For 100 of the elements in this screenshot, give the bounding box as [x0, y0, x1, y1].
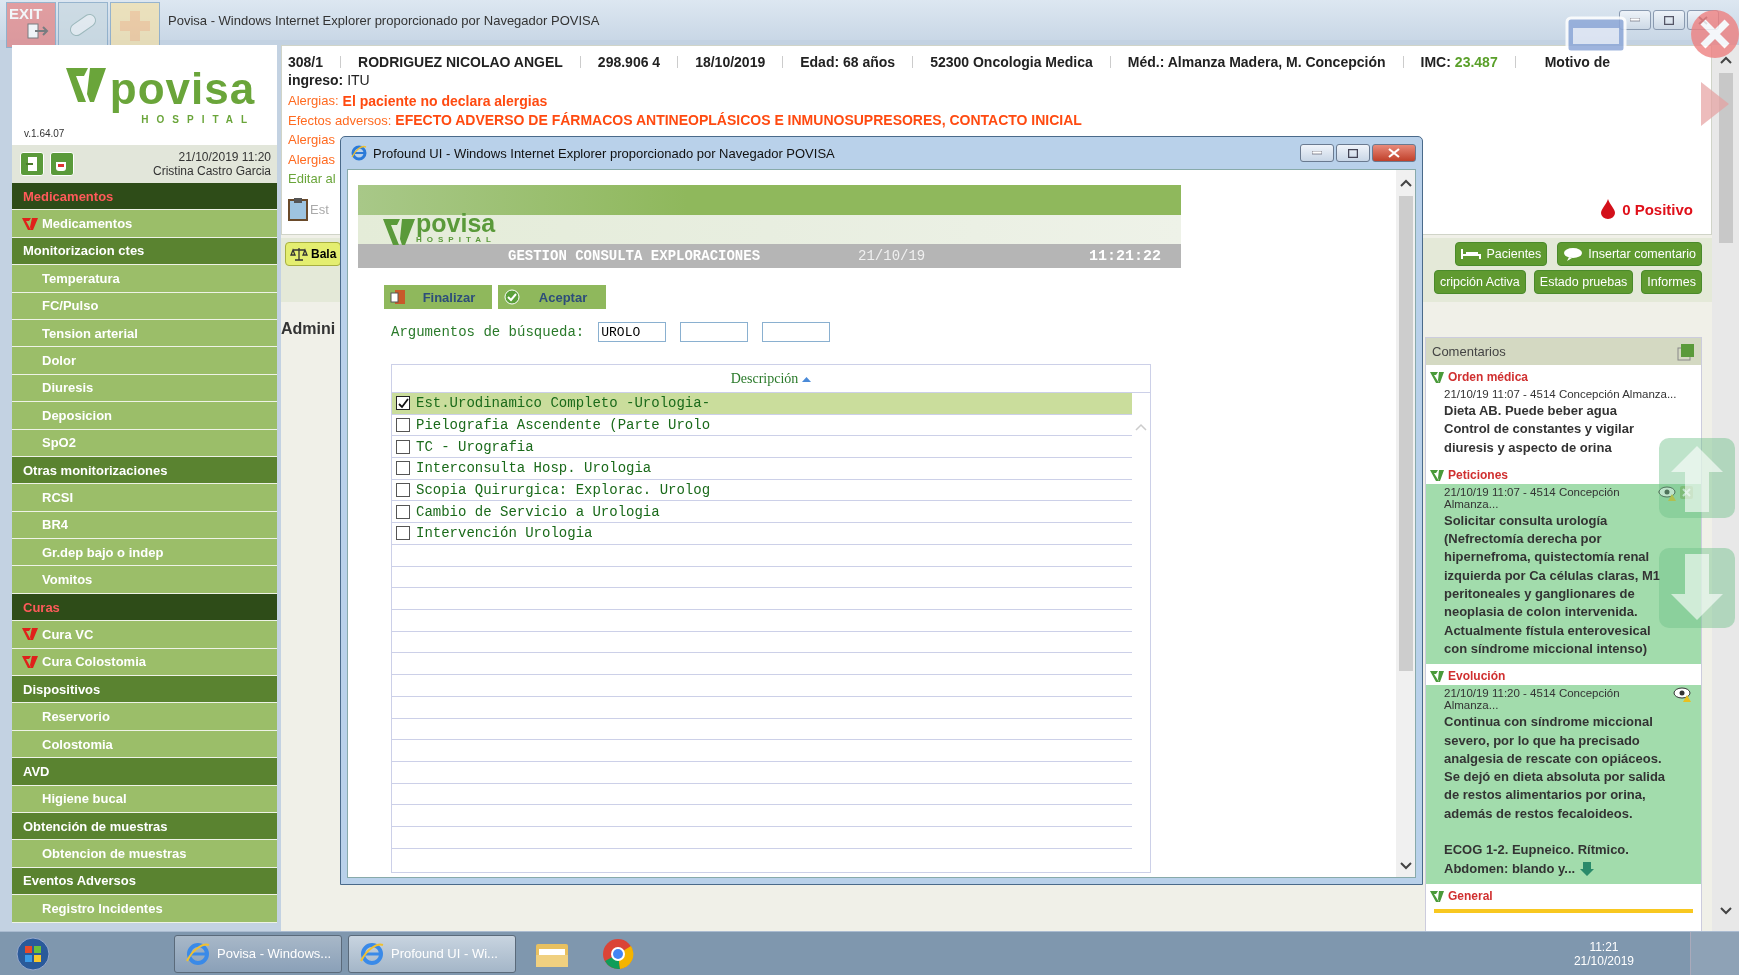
search-field[interactable] [762, 322, 831, 342]
table-row[interactable]: Cambio de Servicio a Urologia [392, 501, 1132, 524]
scrollbar[interactable] [1712, 45, 1739, 932]
menu-item-label: BR4 [42, 517, 68, 533]
comment-meta: 21/10/19 11:20 - 4514 Concepción Almanza... [1444, 687, 1621, 712]
menu-item[interactable]: Reservorio [12, 703, 277, 731]
scrollbar-thumb[interactable] [1398, 196, 1413, 671]
menu-section-header[interactable]: Monitorizacion ctes [12, 237, 277, 266]
toolbar-button[interactable]: Estado pruebas [1533, 270, 1634, 294]
menu-item[interactable]: Diuresis [12, 374, 277, 403]
close-button[interactable] [1372, 144, 1416, 162]
menu-section-header[interactable]: Curas [12, 593, 277, 622]
menu-section-header[interactable]: Dispositivos [12, 676, 277, 704]
checkbox[interactable] [396, 396, 410, 411]
checkbox[interactable] [396, 439, 410, 454]
menu-item[interactable]: Deposicion [12, 402, 277, 430]
maximize-button[interactable] [1336, 144, 1370, 162]
menu-item[interactable]: SpO2 [12, 429, 277, 457]
taskbar-item[interactable]: Povisa - Windows... [174, 934, 342, 973]
taskbar-item[interactable]: Profound UI - Wi... [348, 934, 516, 973]
comment-category: Orden médica [1448, 370, 1529, 384]
menu-item-label: Deposicion [42, 407, 113, 423]
menu-item[interactable]: Cura VC [12, 621, 277, 649]
delete-icon[interactable] [1680, 485, 1693, 499]
browser-e-icon [359, 940, 385, 967]
patient-field: 18/10/2019 [695, 54, 766, 70]
minimize-button[interactable] [1300, 144, 1334, 162]
checkbox[interactable] [396, 461, 410, 476]
table-row[interactable]: Pielografia Ascendente (Parte Urolo [392, 414, 1132, 437]
row-text: Est.Urodinamico Completo -Urologia- [416, 395, 711, 412]
menu-item[interactable]: Medicamentos [12, 210, 277, 238]
toolbar-button[interactable]: cripción Activa [1433, 270, 1526, 294]
toolbar-button[interactable]: Pacientes [1455, 242, 1548, 266]
table-row[interactable]: Intervención Urologia [392, 523, 1132, 545]
menu-item[interactable]: Colostomia [12, 730, 277, 759]
checkbox[interactable] [396, 504, 410, 519]
toolbar-button[interactable]: Insertar comentario [1557, 242, 1702, 266]
menu-item[interactable]: Dolor [12, 347, 277, 375]
menu-section-header[interactable]: Otras monitorizaciones [12, 456, 277, 485]
comment-text: Dieta AB. Puede beber agua Control de constantes y vigilar diuresis y aspecto de orina [1444, 402, 1635, 457]
menu-item[interactable]: Cura Colostomia [12, 648, 277, 677]
table-row[interactable]: TC - Urografia [392, 436, 1132, 459]
comment-category: Evolución [1448, 669, 1506, 684]
menu-item[interactable]: Obtencion de muestras [12, 840, 277, 868]
logo-text: povisa [109, 63, 256, 115]
search-field[interactable] [680, 322, 749, 342]
checkbox[interactable] [396, 526, 410, 541]
comment-text: Solicitar consulta urología (Nefrectomía derecha por hipernefroma, quistectomía renal izquierda por Ca células claras, M1 peritoneales y ganglionares de neoplasia de colon intervenida. Actualmente fístula enterovesical con síndrome miccional intenso) [1444, 511, 1662, 658]
pill-icon[interactable] [58, 2, 108, 48]
table-row[interactable]: Interconsulta Hosp. Urologia [392, 458, 1132, 480]
menu-item[interactable]: Higiene bucal [12, 785, 277, 813]
dialog-title: Profound UI - Windows Internet Explorer proporcionado por Navegador POVISA [373, 145, 835, 161]
chevron-up-icon[interactable] [1718, 55, 1733, 65]
menu-item[interactable]: BR4 [12, 511, 277, 540]
close-icon [1388, 148, 1400, 158]
alert-label: Alergias: [288, 93, 339, 109]
menu-section-header[interactable]: Eventos Adversos [12, 867, 277, 896]
alert-value: EFECTO ADVERSO DE FÁRMACOS ANTINEOPLÁSICOS E INMUNOSUPRESORES, CONTACTO INICIAL [395, 112, 1082, 129]
eye-warning-icon[interactable] [1673, 687, 1693, 704]
login-icon[interactable] [20, 152, 44, 176]
menu-section-header[interactable]: Medicamentos [12, 183, 277, 211]
table-row[interactable]: Est.Urodinamico Completo -Urologia- [392, 393, 1132, 415]
chevron-down-icon[interactable] [1398, 861, 1413, 871]
screen-heading: GESTION CONSULTA EXPLORACIONES [508, 248, 761, 264]
blood-drop-icon [1600, 199, 1617, 219]
toolbar-button[interactable]: Informes [1641, 270, 1702, 294]
plus-icon[interactable] [110, 2, 160, 48]
browser-e-icon [185, 940, 211, 967]
menu-section-header[interactable]: Obtención de muestras [12, 813, 277, 841]
table-row[interactable]: Scopia Quirurgica: Explorac. Urolog [392, 479, 1132, 502]
menu-item[interactable]: Tension arterial [12, 319, 277, 348]
scrollbar[interactable] [1396, 170, 1415, 877]
edit-link[interactable]: Editar al [288, 171, 336, 190]
menu-item[interactable]: Vomitos [12, 566, 277, 594]
balance-button[interactable]: Bala [285, 242, 342, 266]
checkbox[interactable] [396, 483, 410, 498]
maximize-icon [1664, 15, 1674, 25]
search-field[interactable]: UROLO [598, 322, 667, 342]
maximize-button[interactable] [1653, 10, 1685, 30]
cup-icon[interactable] [50, 152, 74, 176]
patient-field: Méd.: Almanza Madera, M. Concepción [1127, 54, 1386, 70]
checkbox[interactable] [396, 418, 410, 433]
scrollbar-thumb[interactable] [1718, 73, 1733, 243]
menu-item[interactable]: Registro Incidentes [12, 895, 277, 923]
menu-item[interactable]: FC/Pulso [12, 292, 277, 320]
logo-mark-icon [382, 216, 416, 246]
menu-item[interactable]: Gr.dep bajo o indep [12, 539, 277, 567]
exit-button[interactable]: EXIT [6, 2, 56, 48]
down-arrow-icon[interactable] [1578, 861, 1595, 878]
menu-section-header[interactable]: AVD [12, 758, 277, 786]
logo-subtitle: HOSPITAL [141, 114, 256, 127]
menu-item[interactable]: Temperatura [12, 265, 277, 293]
expand-icon[interactable] [1677, 342, 1695, 361]
chevron-down-icon[interactable] [1718, 906, 1733, 916]
chevron-up-icon[interactable] [1398, 178, 1413, 188]
finish-button[interactable]: Finalizar [384, 285, 492, 309]
row-text: TC - Urografia [416, 438, 534, 455]
accept-button[interactable]: Aceptar [498, 285, 606, 309]
patient-field: 52300 Oncologia Medica [930, 54, 1093, 70]
menu-item[interactable]: RCSI [12, 484, 277, 512]
